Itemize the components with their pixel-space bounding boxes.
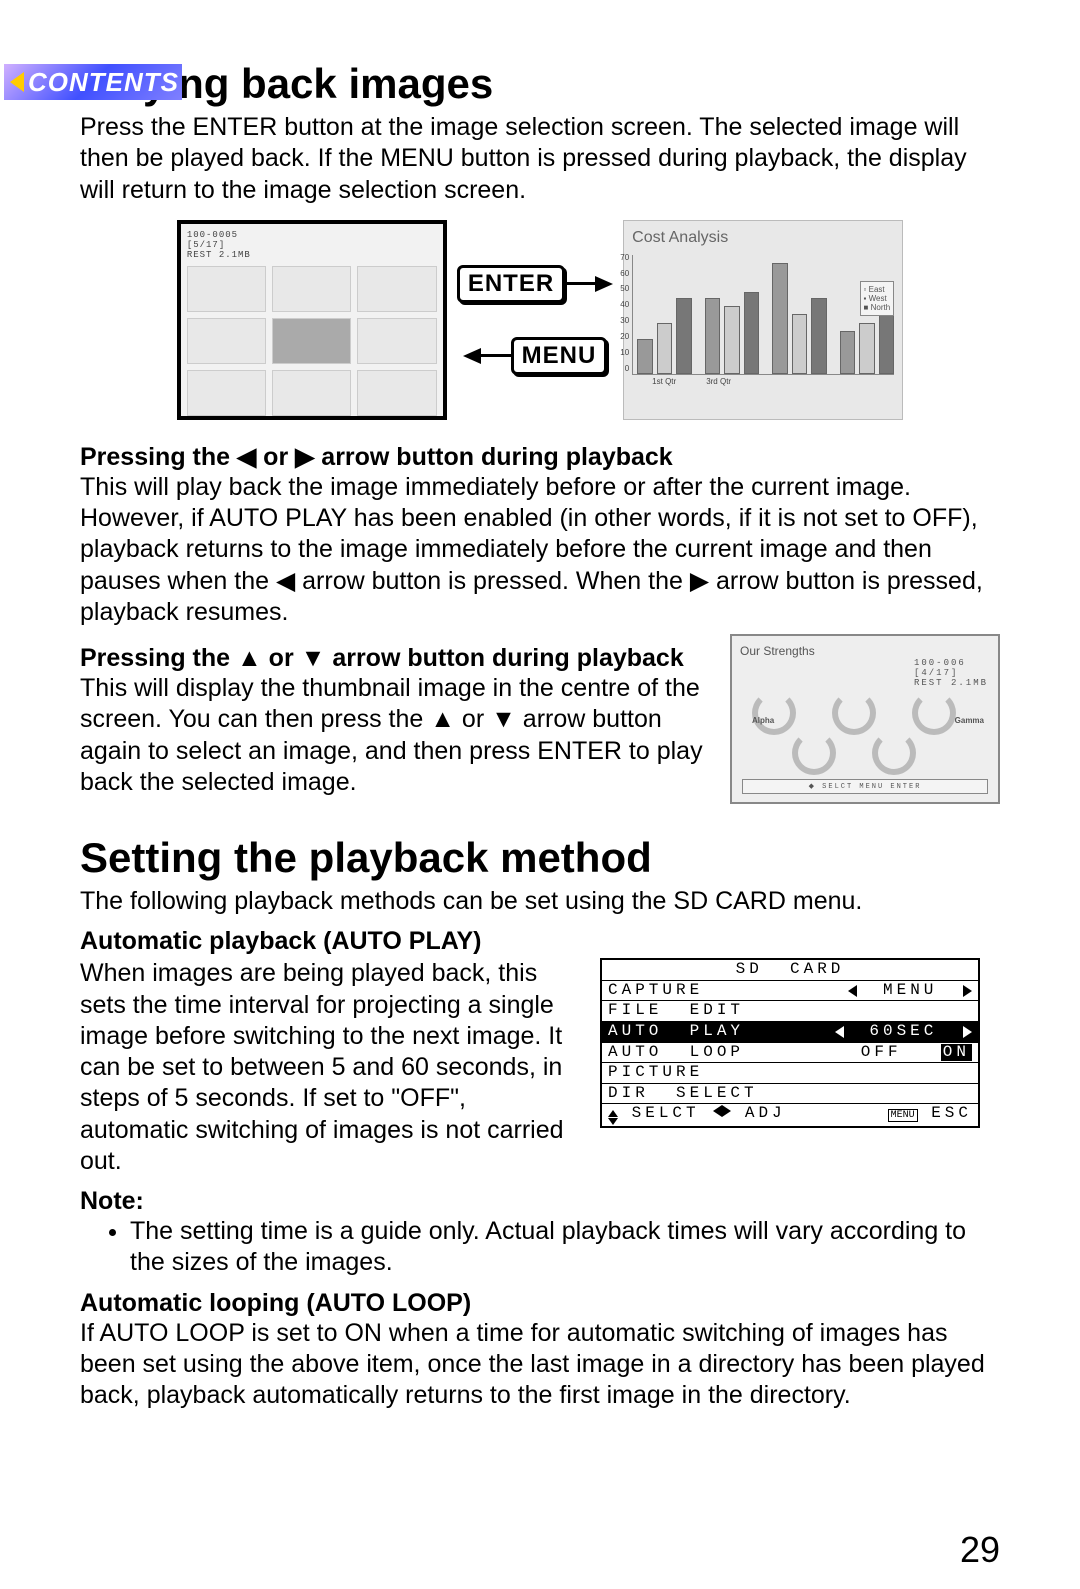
triangle-right-icon: [963, 985, 972, 997]
thumb-rest: REST 2.1MB: [187, 250, 437, 260]
menu-row: MENU: [463, 337, 608, 375]
sub4-body: If AUTO LOOP is set to ON when a time fo…: [80, 1318, 1000, 1412]
thumb-file: 100-0005: [187, 230, 437, 240]
sub2-title: Pressing the ▲ or ▼ arrow button during …: [80, 644, 710, 673]
triangle-left-icon: [10, 72, 24, 92]
strengths-thumbnail: Our Strengths 100-006 [4/17] REST 2.1MB …: [730, 634, 1000, 804]
chart-title: Cost Analysis: [632, 229, 894, 247]
p2: The following playback methods can be se…: [80, 886, 1000, 917]
sd-row-dirselect: DIR SELECT: [602, 1083, 978, 1104]
note-label: Note:: [80, 1187, 1000, 1216]
sd-row-picture: PICTURE: [602, 1062, 978, 1083]
sd-row-autoloop: AUTO LOOP OFF ON: [602, 1042, 978, 1063]
thumb-index: [5/17]: [187, 240, 437, 250]
enter-key-icon: ENTER: [457, 265, 565, 303]
sd-row-footer: SELCT ADJ MENU ESC: [602, 1103, 978, 1126]
strengths-footer: ◆ SELCT MENU ENTER: [742, 779, 988, 794]
heading-playing-back: Playing back images: [80, 60, 1000, 108]
sub1-title: Pressing the ◀ or ▶ arrow button during …: [80, 442, 1000, 472]
sub1-body: This will play back the image immediatel…: [80, 472, 1000, 628]
triangle-right-icon: [963, 1026, 972, 1038]
cost-analysis-chart: Cost Analysis 706050403020100 1st Qtr3rd…: [623, 220, 903, 420]
sd-card-menu: SD CARD CAPTURE MENU FILE EDIT AUTO PLAY…: [600, 958, 980, 1128]
sub3-title: Automatic playback (AUTO PLAY): [80, 927, 1000, 956]
contents-button[interactable]: CONTENTS: [4, 64, 182, 100]
intro-paragraph: Press the ENTER button at the image sele…: [80, 112, 1000, 206]
sd-title: SD CARD: [602, 960, 978, 980]
sd-row-capture: CAPTURE MENU: [602, 980, 978, 1001]
playback-diagram: 100-0005 [5/17] REST 2.1MB ENTER MENU Co…: [80, 220, 1000, 420]
chart-legend: ▫ East ▪ West ■ North: [860, 281, 895, 316]
page-number: 29: [960, 1529, 1000, 1571]
contents-label: CONTENTS: [28, 67, 179, 98]
note-item: The setting time is a guide only. Actual…: [130, 1216, 1000, 1279]
triangle-left-icon: [835, 1026, 844, 1038]
arrow-left-icon: [463, 348, 481, 364]
sub3-body: When images are being played back, this …: [80, 958, 580, 1177]
enter-row: ENTER: [457, 265, 613, 303]
sd-row-fileedit: FILE EDIT: [602, 1000, 978, 1021]
sd-row-autoplay: AUTO PLAY 60SEC: [602, 1021, 978, 1042]
sub2-body: This will display the thumbnail image in…: [80, 673, 710, 798]
sub4-title: Automatic looping (AUTO LOOP): [80, 1289, 1000, 1318]
strengths-title: Our Strengths: [740, 644, 990, 658]
triangle-left-icon: [848, 985, 857, 997]
note-list: The setting time is a guide only. Actual…: [80, 1216, 1000, 1279]
menu-key-icon: MENU: [511, 337, 608, 375]
thumbnail-grid: 100-0005 [5/17] REST 2.1MB: [177, 220, 447, 420]
heading-setting-playback: Setting the playback method: [80, 834, 1000, 882]
key-arrows: ENTER MENU: [457, 265, 613, 375]
